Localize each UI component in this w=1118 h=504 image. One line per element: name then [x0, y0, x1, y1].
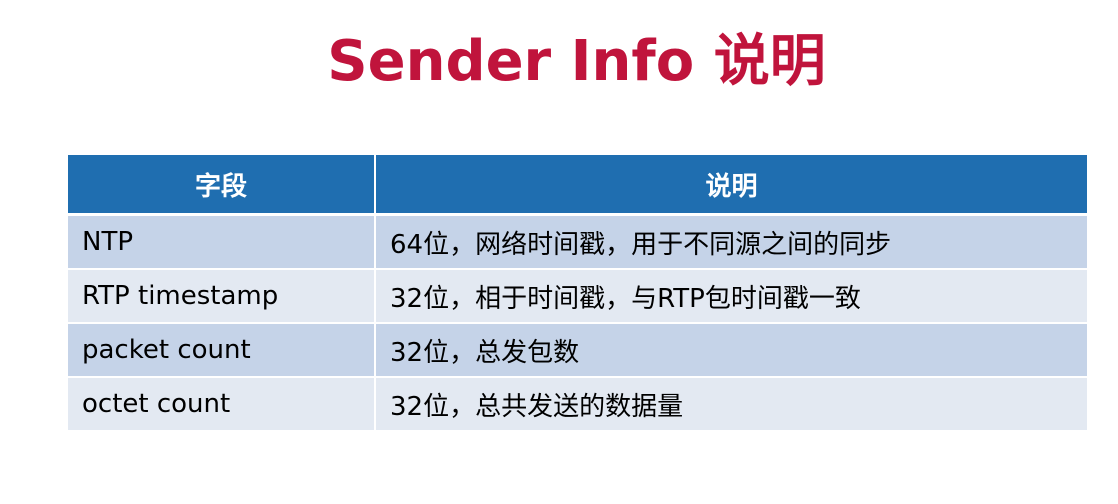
table-row: packet count 32位，总发包数	[68, 324, 1087, 378]
slide-title: Sender Info 说明	[327, 29, 826, 94]
sender-info-table-container: 字段 说明 NTP 64位，网络时间戳，用于不同源之间的同步 RTP times…	[68, 155, 1087, 432]
header-description: 说明	[376, 155, 1087, 216]
field-cell: NTP	[68, 216, 376, 270]
sender-info-table: 字段 说明 NTP 64位，网络时间戳，用于不同源之间的同步 RTP times…	[68, 155, 1087, 432]
table-row: RTP timestamp 32位，相于时间戳，与RTP包时间戳一致	[68, 270, 1087, 324]
field-cell: packet count	[68, 324, 376, 378]
field-cell: octet count	[68, 378, 376, 432]
description-cell: 32位，总发包数	[376, 324, 1087, 378]
header-field: 字段	[68, 155, 376, 216]
description-cell: 64位，网络时间戳，用于不同源之间的同步	[376, 216, 1087, 270]
table-row: NTP 64位，网络时间戳，用于不同源之间的同步	[68, 216, 1087, 270]
description-cell: 32位，相于时间戳，与RTP包时间戳一致	[376, 270, 1087, 324]
table-header-row: 字段 说明	[68, 155, 1087, 216]
table-row: octet count 32位，总共发送的数据量	[68, 378, 1087, 432]
field-cell: RTP timestamp	[68, 270, 376, 324]
description-cell: 32位，总共发送的数据量	[376, 378, 1087, 432]
